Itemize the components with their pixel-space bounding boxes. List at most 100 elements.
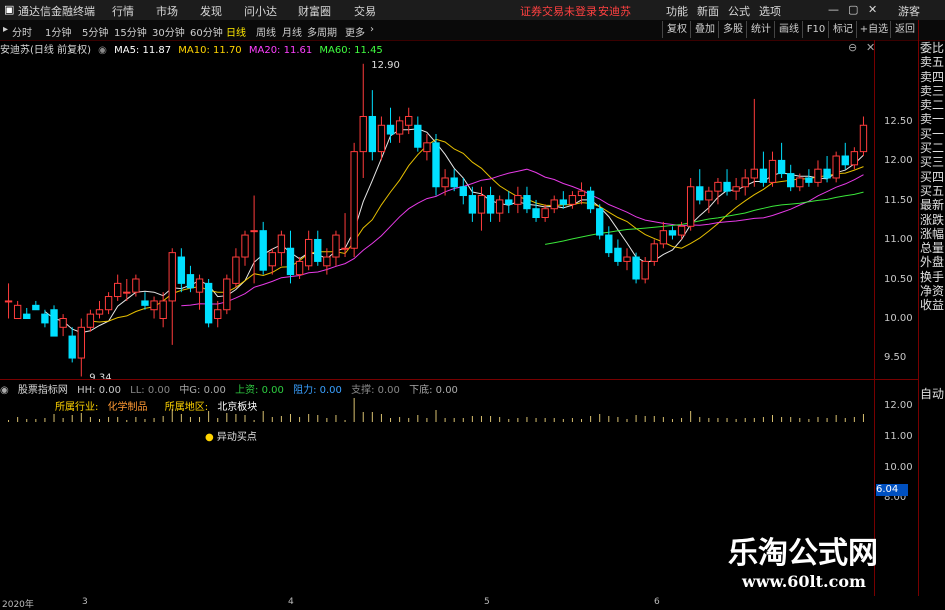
- sub-y-tick: 11.00: [884, 431, 913, 442]
- candle-body: [414, 124, 422, 148]
- axis-divider: [874, 40, 875, 596]
- candle-body: [787, 173, 795, 188]
- statistics-button[interactable]: 统计: [746, 21, 775, 38]
- candle-body: [723, 181, 731, 192]
- tab-period-1min[interactable]: 1分钟: [45, 24, 71, 39]
- year-label: 2020年: [2, 600, 34, 610]
- tab-period-5min[interactable]: 5分钟: [82, 24, 108, 39]
- minimize-icon[interactable]: —: [828, 3, 839, 16]
- quote-label: 总量: [919, 241, 944, 256]
- candle-body: [568, 195, 577, 205]
- candle-body: [23, 313, 31, 320]
- candle-body: [59, 318, 67, 328]
- candle-body: [341, 247, 349, 250]
- candle-body: [50, 309, 58, 337]
- month-mark: 3: [82, 597, 88, 607]
- tab-period-30min[interactable]: 30分钟: [152, 24, 185, 39]
- tab-period-week[interactable]: 周线: [256, 24, 276, 39]
- y-tick: 10.50: [884, 274, 913, 285]
- candle-body: [823, 168, 831, 179]
- menu-item-trade[interactable]: 交易: [354, 3, 376, 19]
- guest-label[interactable]: 游客: [898, 3, 920, 19]
- menu-new-page[interactable]: 新面: [697, 3, 719, 19]
- menu-formula[interactable]: 公式: [728, 3, 750, 19]
- candle-body: [805, 177, 813, 183]
- stock-name-header: 安迪苏: [598, 5, 631, 18]
- candle-body: [777, 159, 786, 175]
- tab-period-more[interactable]: 更多: [345, 24, 365, 39]
- quote-label: 净资: [919, 284, 944, 299]
- menu-item-wealth[interactable]: 财富圈: [298, 3, 331, 19]
- multi-stock-button[interactable]: 多股: [718, 21, 747, 38]
- tab-period-day[interactable]: 日线: [226, 24, 246, 39]
- candle-body: [586, 190, 595, 210]
- candle-body: [450, 177, 458, 188]
- mark-button[interactable]: 标记: [828, 21, 857, 38]
- candle-body: [677, 225, 686, 236]
- ma5-line: [44, 128, 864, 334]
- quote-list: 委比 卖五 卖四 卖三 卖二 卖一 买一 买二 买三 买四 买五 最新 涨跌 涨…: [919, 41, 945, 313]
- close-icon[interactable]: ✕: [868, 3, 877, 16]
- candle-body: [250, 230, 258, 233]
- candle-body: [423, 142, 431, 153]
- menu-options[interactable]: 选项: [759, 3, 781, 19]
- candlestick-chart[interactable]: 12.909.34: [0, 55, 870, 380]
- draw-line-button[interactable]: 画线: [774, 21, 803, 38]
- month-mark: 4: [288, 597, 294, 607]
- tab-period-60min[interactable]: 60分钟: [190, 24, 223, 39]
- candle-body: [332, 234, 340, 258]
- quote-label: 卖三: [919, 83, 944, 98]
- main-chart-info: 安迪苏(日线 前复权) ◉ MA5: 11.87 MA10: 11.70 MA2…: [0, 41, 870, 56]
- candle-body: [432, 142, 440, 188]
- zoom-out-icon[interactable]: ⊖: [848, 41, 857, 54]
- quote-label: 买一: [919, 126, 944, 141]
- candle-body: [841, 155, 849, 166]
- candle-body: [768, 159, 777, 183]
- quote-label: 最新: [919, 198, 944, 213]
- menu-bar: ▣ 通达信金融终端 行情 市场 发现 问小达 财富圈 交易 证券交易未登录 安迪…: [0, 0, 945, 21]
- menu-item-discover[interactable]: 发现: [200, 3, 222, 19]
- candle-body: [77, 326, 85, 359]
- y-tick: 11.00: [884, 234, 913, 245]
- toolbar-icon: ▸: [3, 24, 9, 35]
- app-title: 通达信金融终端: [18, 5, 95, 18]
- quote-label: 卖一: [919, 112, 944, 127]
- quote-label: 买五: [919, 183, 944, 198]
- candle-body: [177, 256, 186, 284]
- candle-body: [459, 186, 467, 197]
- candle-body: [532, 208, 540, 219]
- current-value-badge: 6.04: [876, 484, 908, 496]
- menu-item-wenxiaoda[interactable]: 问小达: [244, 3, 277, 19]
- back-button[interactable]: 返回: [890, 21, 919, 38]
- menu-function[interactable]: 功能: [666, 3, 688, 19]
- overlay-button[interactable]: 叠加: [690, 21, 719, 38]
- restore-rights-button[interactable]: 复权: [662, 21, 691, 38]
- watermark-url: www.60lt.com: [742, 572, 866, 591]
- menu-item-market[interactable]: 行情: [112, 3, 134, 19]
- menu-item-markets[interactable]: 市场: [156, 3, 178, 19]
- candle-body: [377, 124, 386, 153]
- tab-period-15min[interactable]: 15分钟: [114, 24, 147, 39]
- f10-button[interactable]: F10: [802, 21, 829, 38]
- candle-body: [304, 238, 313, 267]
- candle-body: [405, 115, 413, 126]
- candle-body: [168, 252, 176, 302]
- tab-period-multi[interactable]: 多周期: [307, 24, 337, 39]
- candle-body: [159, 300, 167, 320]
- candle-body: [650, 243, 658, 262]
- candle-body: [114, 282, 122, 298]
- candle-body: [814, 168, 822, 183]
- y-tick: 12.00: [884, 155, 913, 166]
- auto-button[interactable]: 自动: [919, 385, 945, 402]
- watermark-title: 乐淘公式网: [728, 536, 878, 571]
- candle-body: [86, 313, 95, 328]
- quote-label: 收益: [919, 298, 944, 313]
- add-watchlist-button[interactable]: +自选: [856, 21, 891, 38]
- candle-body: [104, 296, 113, 311]
- tab-period-intraday[interactable]: 分时: [12, 24, 32, 39]
- maximize-icon[interactable]: ▢: [848, 3, 858, 16]
- candle-body: [632, 256, 640, 280]
- candle-body: [505, 199, 513, 205]
- quote-label: 换手: [919, 269, 944, 284]
- tab-period-month[interactable]: 月线: [282, 24, 302, 39]
